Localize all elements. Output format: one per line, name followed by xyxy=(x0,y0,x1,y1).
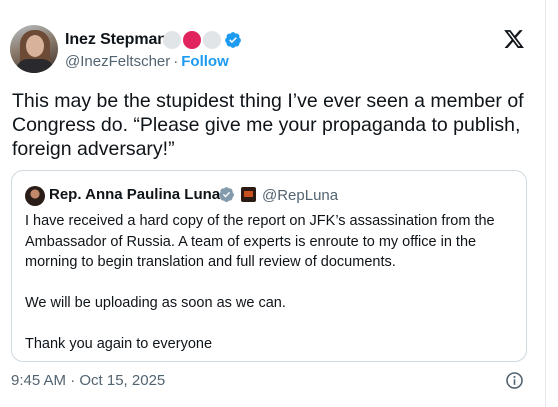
quoted-author-avatar[interactable] xyxy=(25,186,45,206)
badge-red-icon xyxy=(183,31,201,49)
tweet-timestamp[interactable]: 9:45 AM · Oct 15, 2025 xyxy=(11,372,165,389)
verified-badge-icon xyxy=(225,32,241,48)
x-logo-icon[interactable] xyxy=(503,28,525,50)
separator: · xyxy=(173,53,179,70)
info-icon[interactable] xyxy=(505,371,524,390)
author-handle-row: @InezFeltscher · Follow xyxy=(65,53,229,70)
badge-gray-icon xyxy=(203,31,221,49)
quoted-author-handle[interactable]: @RepLuna xyxy=(262,187,338,204)
author-badges xyxy=(163,31,242,49)
quoted-tweet-text: I have received a hard copy of the repor… xyxy=(25,211,517,375)
tweet-card: Inez Stepman @InezFeltscher · Follow This … xyxy=(0,0,546,407)
quoted-paragraph: I have received a hard copy of the repor… xyxy=(25,213,495,270)
author-handle[interactable]: @InezFeltscher xyxy=(65,53,170,70)
author-name[interactable]: Inez Stepman xyxy=(65,31,167,49)
quoted-author-name[interactable]: Rep. Anna Paulina Luna xyxy=(49,186,220,203)
author-avatar[interactable] xyxy=(10,25,58,73)
quoted-verified-badge-icon xyxy=(219,187,234,202)
quoted-paragraph: We will be uploading as soon as we can. xyxy=(25,295,286,311)
follow-button[interactable]: Follow xyxy=(181,53,229,70)
tweet-text: This may be the stupidest thing I’ve eve… xyxy=(12,90,524,160)
affiliation-badge-icon xyxy=(241,187,256,202)
quoted-paragraph: Thank you again to everyone xyxy=(25,336,213,352)
quoted-tweet[interactable]: Rep. Anna Paulina Luna @RepLuna I have r… xyxy=(11,170,527,362)
badge-gray-icon xyxy=(163,31,181,49)
